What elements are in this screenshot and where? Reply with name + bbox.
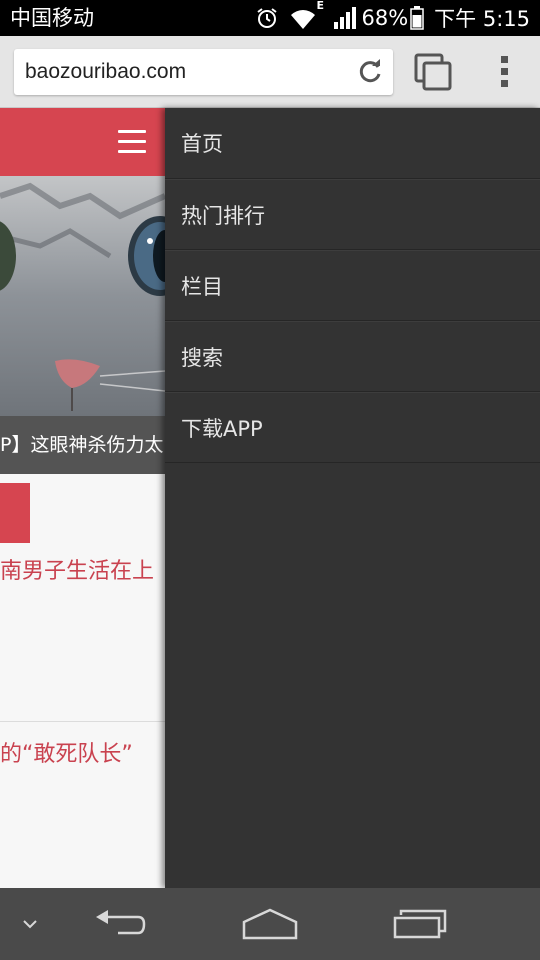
drawer-item-download-app[interactable]: 下载APP (165, 392, 540, 463)
article-title[interactable]: 南男子生活在上 (0, 553, 154, 585)
drawer-item-label: 首页 (181, 132, 223, 156)
address-bar[interactable]: baozouribao.com (14, 49, 393, 95)
drawer-item-label: 栏目 (181, 274, 223, 299)
drawer-item-label: 搜索 (181, 345, 223, 370)
back-icon (96, 910, 146, 935)
drawer-item-columns[interactable]: 栏目 (165, 250, 540, 321)
divider (0, 721, 165, 722)
reload-icon[interactable] (357, 59, 383, 85)
article-thumbnail[interactable] (0, 483, 30, 543)
home-button[interactable] (230, 888, 310, 960)
drawer-item-hot-ranking[interactable]: 热门排行 (165, 179, 540, 250)
alarm-icon (257, 8, 278, 28)
battery-icon (410, 6, 424, 30)
status-icons: E 68% 下午 5:15 (245, 0, 530, 32)
cat-photo (0, 176, 165, 416)
drawer-item-home[interactable]: 首页 (165, 108, 540, 179)
system-navigation-bar (0, 888, 540, 960)
hero-caption[interactable]: P】这眼神杀伤力太 (0, 416, 165, 474)
overflow-menu-icon[interactable] (495, 54, 513, 90)
tabs-icon[interactable] (414, 53, 452, 91)
status-bar: 中国移动 E 68% 下午 5:15 (0, 0, 540, 36)
wifi-indicator: E (289, 0, 324, 31)
web-page-content: P】这眼神杀伤力太 南男子生活在上 的“敢死队长” (0, 108, 165, 888)
carrier-name: 中国移动 (10, 6, 94, 30)
clock: 下午 5:15 (434, 7, 530, 31)
hide-keyboard-icon (23, 920, 37, 929)
hamburger-icon[interactable] (118, 130, 146, 154)
site-header (0, 108, 165, 176)
wifi-icon (291, 10, 316, 29)
navigation-drawer: 首页 热门排行 栏目 搜索 下载APP (165, 108, 540, 888)
home-icon (242, 908, 298, 940)
signal-icon (334, 7, 357, 29)
article-title[interactable]: 的“敢死队长” (0, 736, 133, 768)
drawer-item-label: 热门排行 (181, 203, 265, 228)
recent-apps-button[interactable] (380, 888, 460, 960)
hero-image-cat[interactable] (0, 176, 165, 416)
battery-percent: 68% (361, 6, 409, 30)
back-button[interactable] (80, 888, 160, 960)
url-text[interactable]: baozouribao.com (25, 49, 186, 95)
recent-apps-icon (393, 909, 447, 939)
browser-toolbar: baozouribao.com (0, 36, 540, 108)
network-type-label: E (316, 0, 324, 12)
hide-keyboard-button[interactable] (10, 888, 50, 960)
drawer-item-search[interactable]: 搜索 (165, 321, 540, 392)
drawer-item-label: 下载APP (181, 416, 263, 441)
